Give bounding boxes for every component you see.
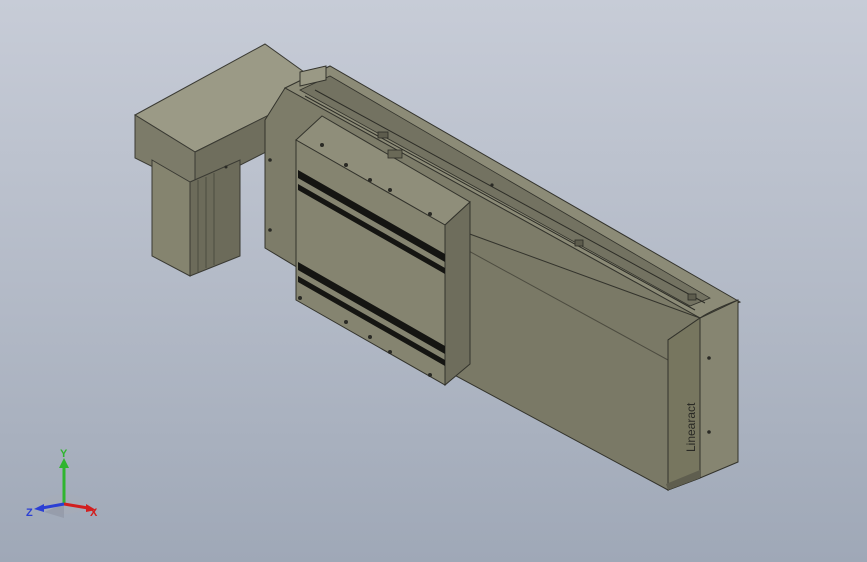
x-axis-label: X [90,507,98,519]
axis-triad[interactable]: Y X Z [24,446,108,526]
cad-viewport[interactable]: Linearact Y X Z [0,0,867,562]
y-axis-label: Y [60,448,68,460]
z-axis-arrow-icon [34,504,44,512]
z-axis-label: Z [26,507,33,519]
brand-marking: Linearact [684,402,698,452]
actuator-model[interactable]: Linearact [0,0,867,562]
